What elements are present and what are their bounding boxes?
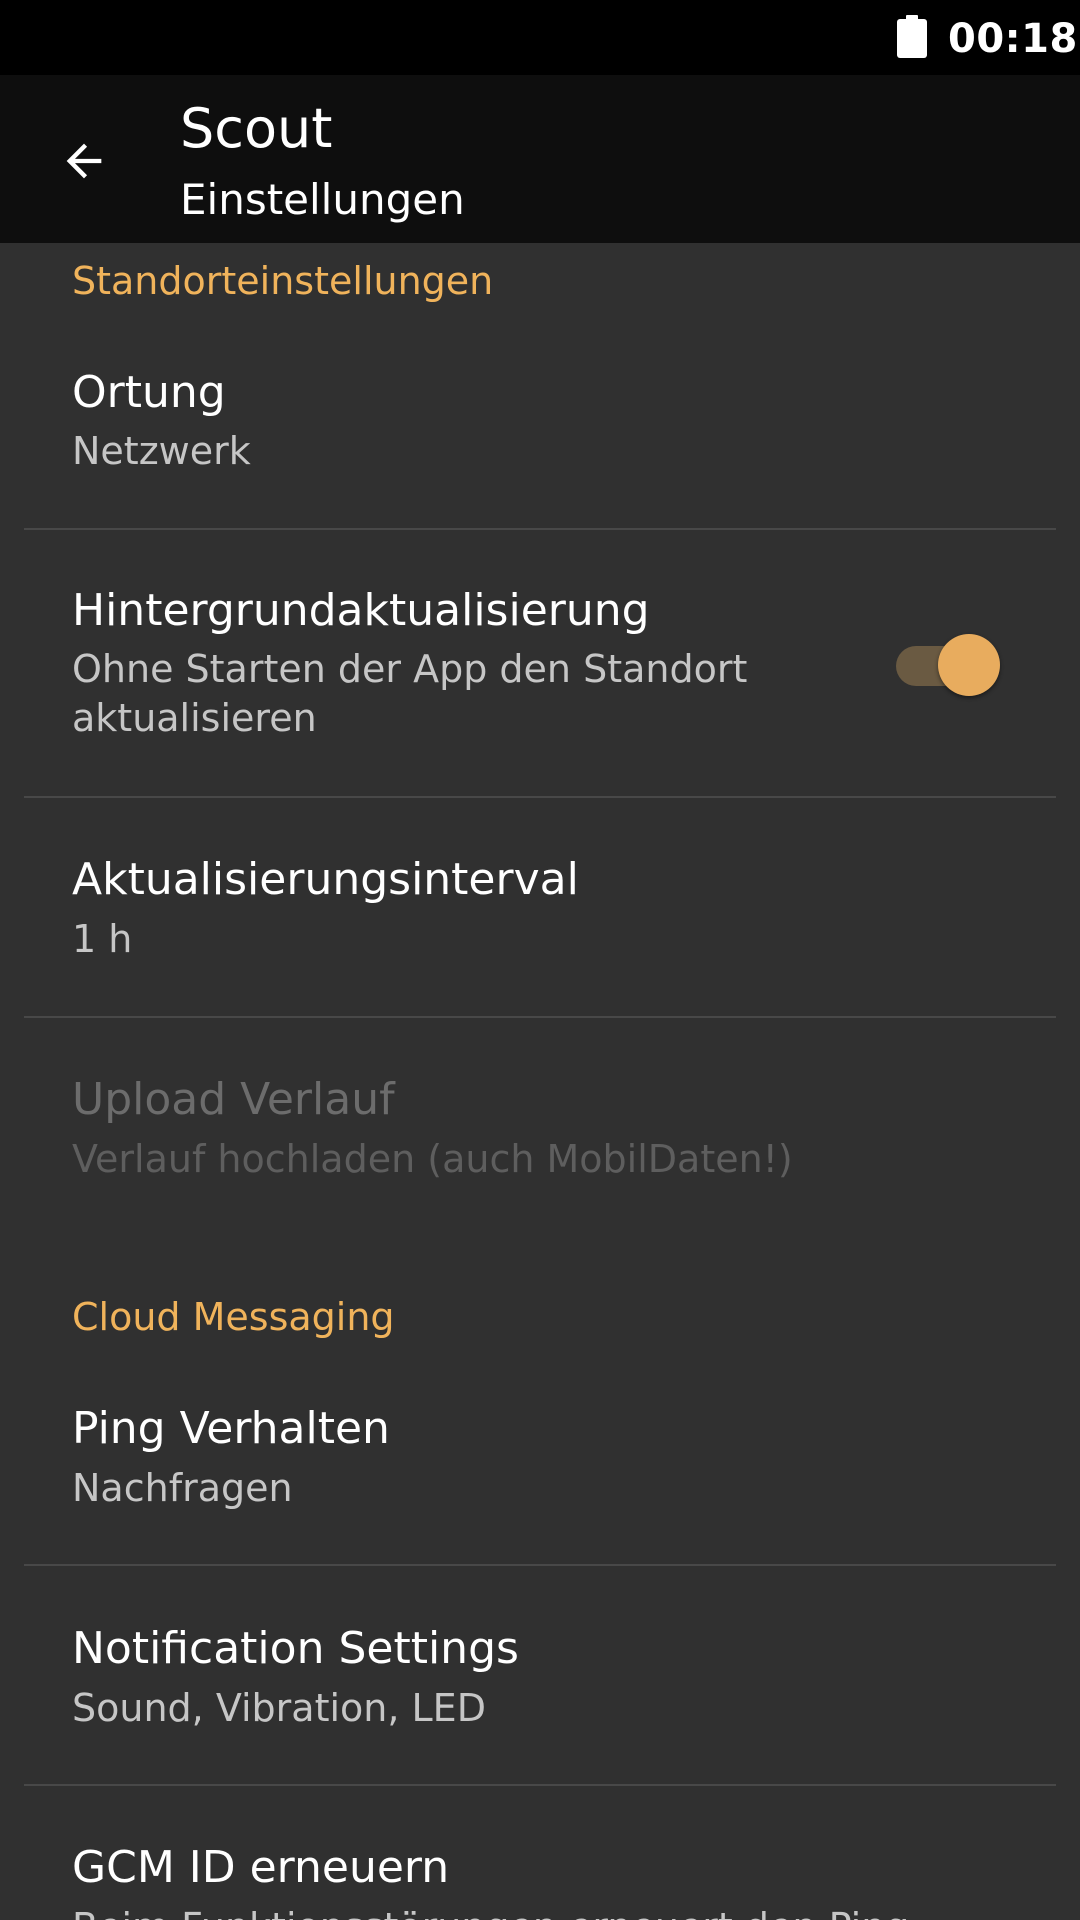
pref-summary: Beim Funktionsstörungen erneuert den Pin… [72,1903,909,1920]
pref-title: GCM ID erneuern [72,1842,450,1893]
background-update-switch[interactable] [892,628,1004,698]
toolbar-subtitle: Einstellungen [180,175,465,224]
battery-full-icon [897,15,927,58]
status-clock: 00:18 [948,16,1078,62]
pref-upload-history: Upload Verlauf Verlauf hochladen (auch M… [0,1018,1080,1258]
pref-title: Aktualisierungsinterval [72,854,579,905]
app-toolbar: Scout Einstellungen [0,75,1080,243]
pref-title: Notification Settings [72,1623,519,1674]
pref-ping-behavior[interactable]: Ping Verhalten Nachfragen [0,1386,1080,1564]
arrow-back-icon [66,143,102,179]
pref-summary: 1 h [72,917,133,961]
back-button[interactable] [34,111,134,211]
pref-title: Ping Verhalten [72,1403,390,1454]
pref-summary: Verlauf hochladen (auch MobilDaten!) [72,1137,793,1181]
pref-ortung[interactable]: Ortung Netzwerk [0,350,1080,528]
pref-notification-settings[interactable]: Notification Settings Sound, Vibration, … [0,1566,1080,1784]
pref-summary: Ohne Starten der App den Standort aktual… [72,647,748,740]
pref-update-interval[interactable]: Aktualisierungsinterval 1 h [0,798,1080,1016]
pref-summary: Sound, Vibration, LED [72,1686,486,1730]
pref-title: Hintergrundaktualisierung [72,585,650,636]
pref-gcm-id-renew[interactable]: GCM ID erneuern Beim Funktionsstörungen … [0,1786,1080,1920]
settings-screen: 00:18 Scout Einstellungen Standorteinste… [0,0,1080,1920]
status-bar: 00:18 [0,0,1080,75]
switch-thumb [938,634,1000,696]
pref-summary: Netzwerk [72,429,251,473]
section-header-location: Standorteinstellungen [72,259,494,303]
pref-title: Upload Verlauf [72,1074,395,1125]
section-header-cloud-messaging: Cloud Messaging [72,1295,395,1339]
pref-title: Ortung [72,367,226,418]
toolbar-title: Scout [180,97,333,160]
pref-summary: Nachfragen [72,1466,293,1510]
